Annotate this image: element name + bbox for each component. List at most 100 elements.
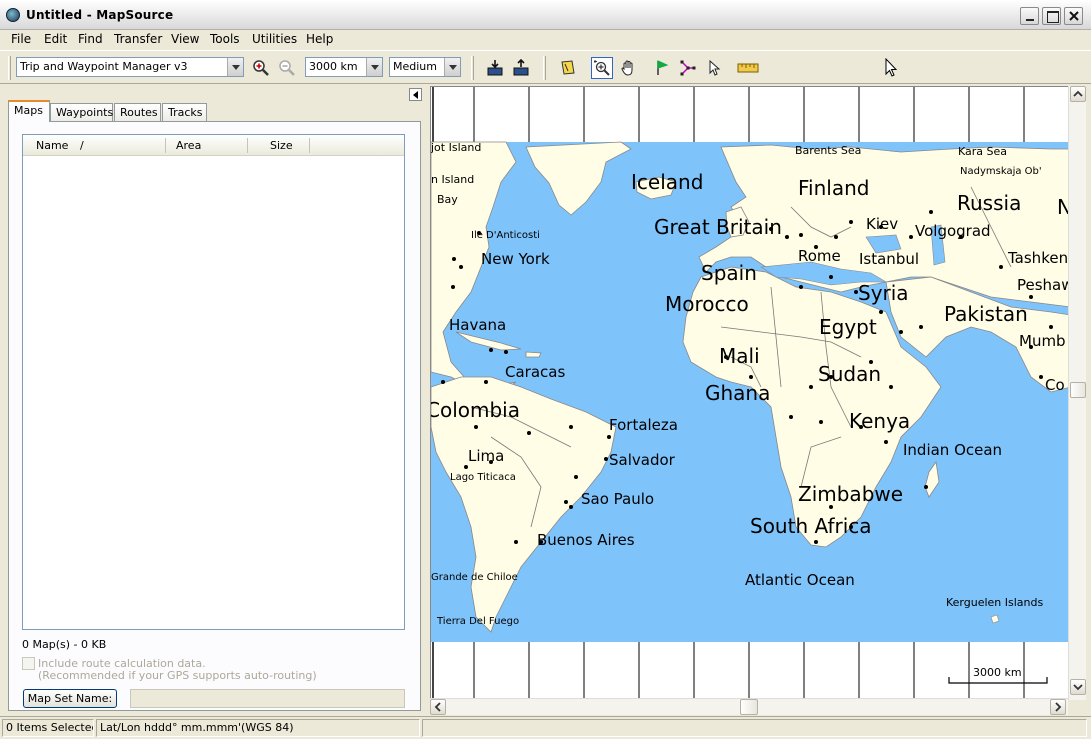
chevron-right-icon (1055, 702, 1062, 712)
column-divider[interactable] (309, 138, 310, 153)
tab-maps[interactable]: Maps (8, 100, 50, 122)
map-horizontal-scrollbar[interactable] (430, 698, 1068, 715)
toolbar: Trip and Waypoint Manager v3 3000 km Med… (0, 50, 1091, 84)
map-label-south-africa: South Africa (750, 514, 872, 538)
menu-help[interactable]: Help (306, 32, 333, 46)
zoom-in-icon (253, 60, 269, 76)
detail-select[interactable]: Medium (389, 57, 461, 77)
menu-tools[interactable]: Tools (210, 32, 240, 46)
close-button[interactable] (1064, 7, 1083, 25)
zoom-scale-select[interactable]: 3000 km (305, 57, 383, 77)
status-empty (422, 719, 1087, 737)
include-route-checkbox[interactable] (22, 657, 35, 670)
scroll-left-button[interactable] (430, 699, 446, 715)
route-tool-button[interactable] (677, 57, 699, 79)
menu-utilities[interactable]: Utilities (252, 32, 297, 46)
map-label-mumbai: Mumb (1019, 332, 1066, 350)
map-label-egypt: Egypt (819, 315, 877, 339)
toolbar-grip[interactable] (8, 56, 11, 80)
map-label-colombia: Colombia (430, 398, 520, 422)
map-label-kara-sea: Kara Sea (958, 145, 1008, 158)
map-label-co: Co (1045, 376, 1065, 394)
zoom-out-button[interactable] (276, 57, 298, 79)
close-icon (1069, 11, 1079, 21)
chevron-left-icon (434, 702, 441, 712)
menu-view[interactable]: View (171, 32, 199, 46)
product-select[interactable]: Trip and Waypoint Manager v3 (16, 57, 244, 77)
map-label-salvador: Salvador (609, 451, 675, 469)
hand-tool-button[interactable] (617, 57, 639, 79)
scroll-down-button[interactable] (1070, 679, 1086, 695)
map-label-bay: Bay (437, 193, 458, 206)
chevron-down-icon[interactable] (444, 58, 460, 76)
tab-routes[interactable]: Routes (114, 103, 161, 121)
column-area-header[interactable]: Area (176, 139, 201, 152)
column-divider[interactable] (165, 138, 166, 153)
chevron-down-icon[interactable] (366, 58, 382, 76)
receive-from-device-button[interactable] (484, 57, 506, 79)
title-bar[interactable]: Untitled - MapSource (0, 0, 1091, 30)
column-divider[interactable] (247, 138, 248, 153)
mapsource-globe-icon[interactable] (6, 8, 20, 22)
toolbar-grip[interactable] (471, 56, 474, 80)
column-size-header[interactable]: Size (270, 139, 293, 152)
status-coordinates: Lat/Lon hddd° mm.mmm'(WGS 84) (96, 719, 420, 737)
tab-waypoints[interactable]: Waypoints (50, 103, 113, 121)
waypoint-tool-button[interactable] (651, 57, 673, 79)
send-to-device-button[interactable] (510, 57, 532, 79)
chevron-down-icon[interactable] (227, 58, 243, 76)
menu-find[interactable]: Find (78, 32, 103, 46)
map-label-buenos-aires: Buenos Aires (537, 531, 635, 549)
map-set-name-field[interactable] (130, 689, 405, 708)
maximize-button[interactable] (1042, 7, 1061, 25)
selection-tool-button[interactable] (703, 57, 725, 79)
waypoint-flag-icon (657, 60, 669, 75)
map-label-tierra-del-fuego: Tierra Del Fuego (437, 616, 520, 627)
detail-value: Medium (393, 60, 437, 73)
send-to-device-icon (513, 59, 529, 76)
map-tool-button[interactable] (557, 57, 579, 79)
map-label-spain: Spain (701, 261, 757, 285)
map-label-finland: Finland (798, 176, 870, 200)
minimize-button[interactable] (1020, 7, 1039, 25)
map-label-peshawar: Peshaw (1017, 276, 1072, 294)
status-selection: 0 Items Selected (2, 719, 94, 737)
arrow-cursor-icon (709, 59, 721, 76)
map-label-atlantic-ocean: Atlantic Ocean (745, 571, 855, 589)
maps-list[interactable]: Name / Area Size (22, 134, 405, 630)
product-select-value: Trip and Waypoint Manager v3 (20, 60, 188, 73)
map-label-syria: Syria (858, 281, 909, 305)
status-bar: 0 Items Selected Lat/Lon hddd° mm.mmm'(W… (0, 716, 1091, 739)
map-set-name-button[interactable]: Map Set Name: (23, 689, 117, 708)
map-label-sao-paulo: Sao Paulo (581, 490, 655, 508)
map-label-kenya: Kenya (849, 409, 911, 433)
tab-tracks[interactable]: Tracks (162, 103, 207, 121)
map-label-mali: Mali (719, 344, 760, 368)
map-view[interactable]: jot Island n Island Bay Ile D'Anticosti … (430, 86, 1072, 700)
vertical-scroll-thumb[interactable] (1070, 382, 1086, 398)
horizontal-scroll-thumb[interactable] (740, 699, 758, 715)
map-label-kerguelen-islands: Kerguelen Islands (946, 596, 1044, 609)
zoom-in-button[interactable] (250, 57, 272, 79)
map-vertical-scrollbar[interactable] (1068, 86, 1086, 700)
menu-edit[interactable]: Edit (44, 32, 67, 46)
receive-from-device-icon (487, 60, 503, 76)
collapse-panel-button[interactable] (409, 88, 422, 101)
map-label-lima: Lima (468, 447, 505, 465)
distance-tool-button[interactable] (737, 57, 759, 79)
menu-transfer[interactable]: Transfer (114, 32, 162, 46)
scroll-up-button[interactable] (1070, 86, 1086, 102)
column-name-header[interactable]: Name (36, 139, 68, 152)
map-label-ghana: Ghana (705, 381, 771, 405)
scroll-right-button[interactable] (1050, 699, 1066, 715)
zoom-tool-button[interactable] (591, 57, 613, 79)
map-label-barents-sea: Barents Sea (795, 144, 862, 157)
menu-file[interactable]: File (11, 32, 31, 46)
mouse-cursor-icon (885, 58, 898, 77)
mapsource-window: Untitled - MapSource File Edit Find Tran… (0, 0, 1091, 739)
map-label-havana: Havana (449, 316, 507, 334)
window-title: Untitled - MapSource (26, 8, 174, 22)
map-label-pakistan: Pakistan (944, 302, 1028, 326)
include-route-note: (Recommended if your GPS supports auto-r… (38, 669, 317, 682)
toolbar-grip[interactable] (543, 56, 546, 80)
